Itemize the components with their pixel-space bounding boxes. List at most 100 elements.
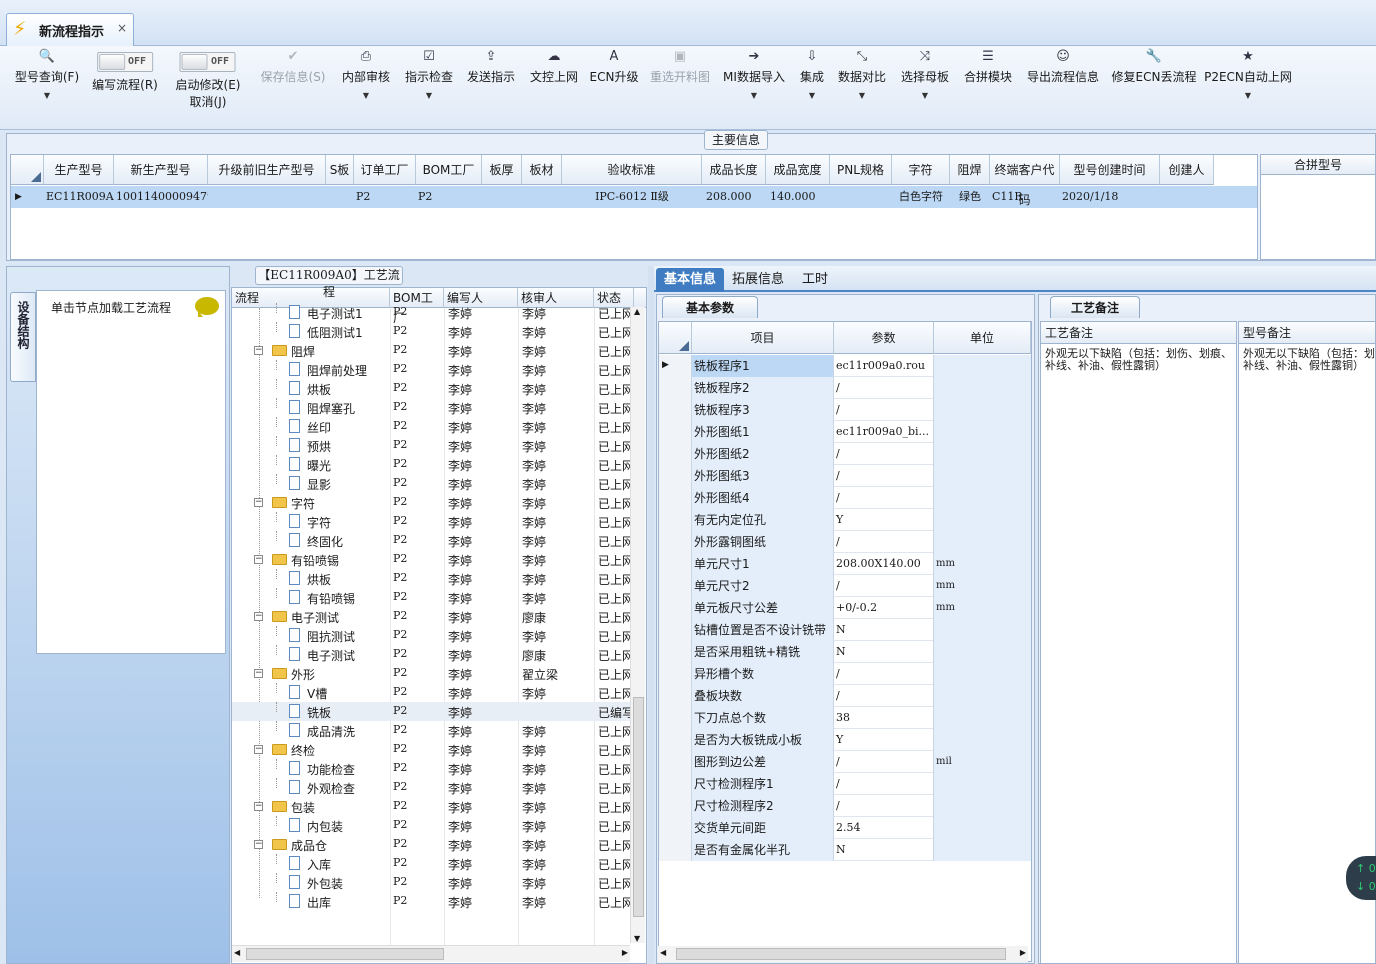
select-master-button[interactable]: ⤨ 选择母板 ▼ [901,48,949,100]
param-row[interactable]: 异形槽个数 / [659,663,1031,685]
main-info-cell[interactable] [830,186,892,208]
col-header[interactable]: 型号创建时间 [1060,155,1160,185]
model-query-button[interactable]: 🔍 型号查询(F) ▼ [15,48,79,100]
node-panel[interactable]: 单击节点加载工艺流程 [36,290,226,654]
param-value[interactable]: N [834,641,934,663]
param-value[interactable]: ec11r009a0.rou [834,355,934,377]
process-remark-column[interactable]: 工艺备注 外观无以下缺陷（包括：划伤、划痕、补线、补油、假性露铜） [1040,321,1237,964]
param-row[interactable]: 外形图纸2/ [659,443,1031,465]
params-horizontal-scrollbar[interactable]: ◀ ▶ [658,946,1028,962]
tree-row[interactable]: 出库 P2 李婷 李婷 已上网 [232,892,632,911]
col-header[interactable]: 成品长度 [702,155,766,185]
tree-row[interactable]: 阻焊前处理 P2 李婷 李婷 已上网 [232,360,632,379]
doc-control-upload-button[interactable]: ☁ 文控上网 [530,48,578,85]
tree-row[interactable]: − 阻焊 P2 李婷 李婷 已上网 [232,341,632,360]
tree-row[interactable]: 字符 P2 李婷 李婷 已上网 [232,512,632,531]
param-value[interactable]: Y [834,729,934,751]
param-row[interactable]: 单元尺寸1 208.00X140.00 mm [659,553,1031,575]
tree-row[interactable]: 功能检查 P2 李婷 李婷 已上网 [232,759,632,778]
param-value[interactable]: / [834,685,934,707]
collapse-toggle-icon[interactable]: − [254,498,263,507]
start-modify-toggle[interactable]: OFF [179,52,236,72]
param-row[interactable]: 是否采用粗铣+精铣 N [659,641,1031,663]
tree-row[interactable]: 入库 P2 李婷 李婷 已上网 [232,854,632,873]
col-header[interactable]: 新生产型号 [114,155,208,185]
collapse-toggle-icon[interactable]: − [254,555,263,564]
col-header[interactable]: 板材 [522,155,562,185]
scroll-left-icon[interactable]: ◀ [660,948,666,957]
main-info-cell[interactable]: 绿色 [950,186,990,208]
dropdown-arrow-icon[interactable]: ▼ [901,91,949,100]
write-flow-toggle[interactable]: OFF [96,52,153,72]
scroll-left-icon[interactable]: ◀ [234,948,240,957]
param-value[interactable]: / [834,751,934,773]
tree-row[interactable]: V槽 P2 李婷 李婷 已上网 [232,683,632,702]
param-value[interactable]: +0/-0.2 [834,597,934,619]
col-header[interactable]: 终端客户代码 [990,155,1060,207]
collapse-toggle-icon[interactable]: − [254,612,263,621]
start-modify-button[interactable]: OFF 启动修改(E) 取消(J) [176,52,240,110]
param-col-header[interactable]: 参数 [834,322,934,354]
param-row[interactable]: 铣板程序3/ [659,399,1031,421]
equipment-structure-tab[interactable]: 设备结构 [10,292,36,382]
main-info-cell[interactable]: IPC-6012 Ⅱ级 [562,186,702,208]
scroll-thumb[interactable] [676,948,1006,960]
main-info-cell[interactable]: 白色字符 [892,186,950,208]
tree-row[interactable]: 低阻测试1 P2 李婷 李婷 已上网 [232,322,632,341]
param-row[interactable]: 交货单元间距 2.54 [659,817,1031,839]
dropdown-arrow-icon[interactable]: ▼ [838,91,886,100]
main-info-cell[interactable]: C11R [990,186,1060,208]
merge-module-button[interactable]: ☰ 合拼模块 [964,48,1012,85]
param-row[interactable]: 尺寸检测程序1/ [659,773,1031,795]
param-value[interactable]: N [834,839,934,861]
param-row[interactable]: 图形到边公差 / mil [659,751,1031,773]
fix-ecn-button[interactable]: 🔧 修复ECN丢流程 [1112,48,1197,85]
main-info-cell[interactable]: 2020/1/18 [1060,186,1160,208]
param-value[interactable]: / [834,773,934,795]
mi-import-button[interactable]: ➔ MI数据导入 ▼ [723,48,785,100]
process-tree-vertical-scrollbar[interactable]: ▲ ▼ [630,307,645,943]
col-header[interactable]: 验收标准 [562,155,702,185]
param-row[interactable]: 外形图纸4/ [659,487,1031,509]
tab-extended-info[interactable]: 拓展信息 [724,268,792,292]
dropdown-arrow-icon[interactable]: ▼ [342,91,390,100]
write-flow-button[interactable]: OFF 编写流程(R) [92,52,158,93]
param-row[interactable]: 外形图纸1 ec11r009a0_bi... [659,421,1031,443]
chat-bubble-icon[interactable] [195,297,219,317]
col-header[interactable]: 成品宽度 [766,155,830,185]
tree-row[interactable]: 铣板 P2 李婷 已编写 [232,702,632,721]
param-col-header[interactable]: 项目 [692,322,834,354]
collapse-toggle-icon[interactable]: − [254,745,263,754]
param-row[interactable]: 有无内定位孔 Y [659,509,1031,531]
close-icon[interactable]: × [117,21,127,35]
param-row[interactable]: 叠板块数 / [659,685,1031,707]
tree-row[interactable]: 外观检查 P2 李婷 李婷 已上网 [232,778,632,797]
param-row[interactable]: 钻槽位置是否不设计铣带 N [659,619,1031,641]
col-header[interactable]: 阻焊 [950,155,990,185]
param-value[interactable]: 2.54 [834,817,934,839]
scroll-right-icon[interactable]: ▶ [622,948,628,957]
dropdown-arrow-icon[interactable]: ▼ [723,91,785,100]
tree-row[interactable]: 显影 P2 李婷 李婷 已上网 [232,474,632,493]
param-row[interactable]: 下刀点总个数 38 [659,707,1031,729]
ecn-upgrade-button[interactable]: A ECN升级 [590,48,639,85]
remarks-tab[interactable]: 工艺备注 [1050,296,1140,318]
tree-row[interactable]: 电子测试 P2 李婷 廖康 已上网 [232,645,632,664]
param-row[interactable]: 尺寸检测程序2/ [659,795,1031,817]
col-header[interactable]: 板厚 [482,155,522,185]
tree-row[interactable]: − 电子测试 P2 李婷 廖康 已上网 [232,607,632,626]
main-info-cell[interactable] [522,186,562,208]
param-value[interactable]: / [834,575,934,597]
tree-row[interactable]: − 字符 P2 李婷 李婷 已上网 [232,493,632,512]
tree-row[interactable]: − 终检 P2 李婷 李婷 已上网 [232,740,632,759]
collapse-toggle-icon[interactable]: − [254,669,263,678]
scroll-right-icon[interactable]: ▶ [1020,948,1026,957]
col-header[interactable]: 字符 [892,155,950,185]
dropdown-arrow-icon[interactable]: ▼ [1204,91,1292,100]
tree-row[interactable]: 电子测试1 P2 李婷 李婷 已上网 [232,303,632,322]
param-value[interactable]: / [834,399,934,421]
network-speed-widget[interactable]: ↑ 0 ↓ 0 [1346,856,1376,900]
integrate-button[interactable]: ⇩ 集成 ▼ [800,48,824,100]
tree-row[interactable]: − 外形 P2 李婷 翟立梁 已上网 [232,664,632,683]
tree-row[interactable]: 烘板 P2 李婷 李婷 已上网 [232,569,632,588]
